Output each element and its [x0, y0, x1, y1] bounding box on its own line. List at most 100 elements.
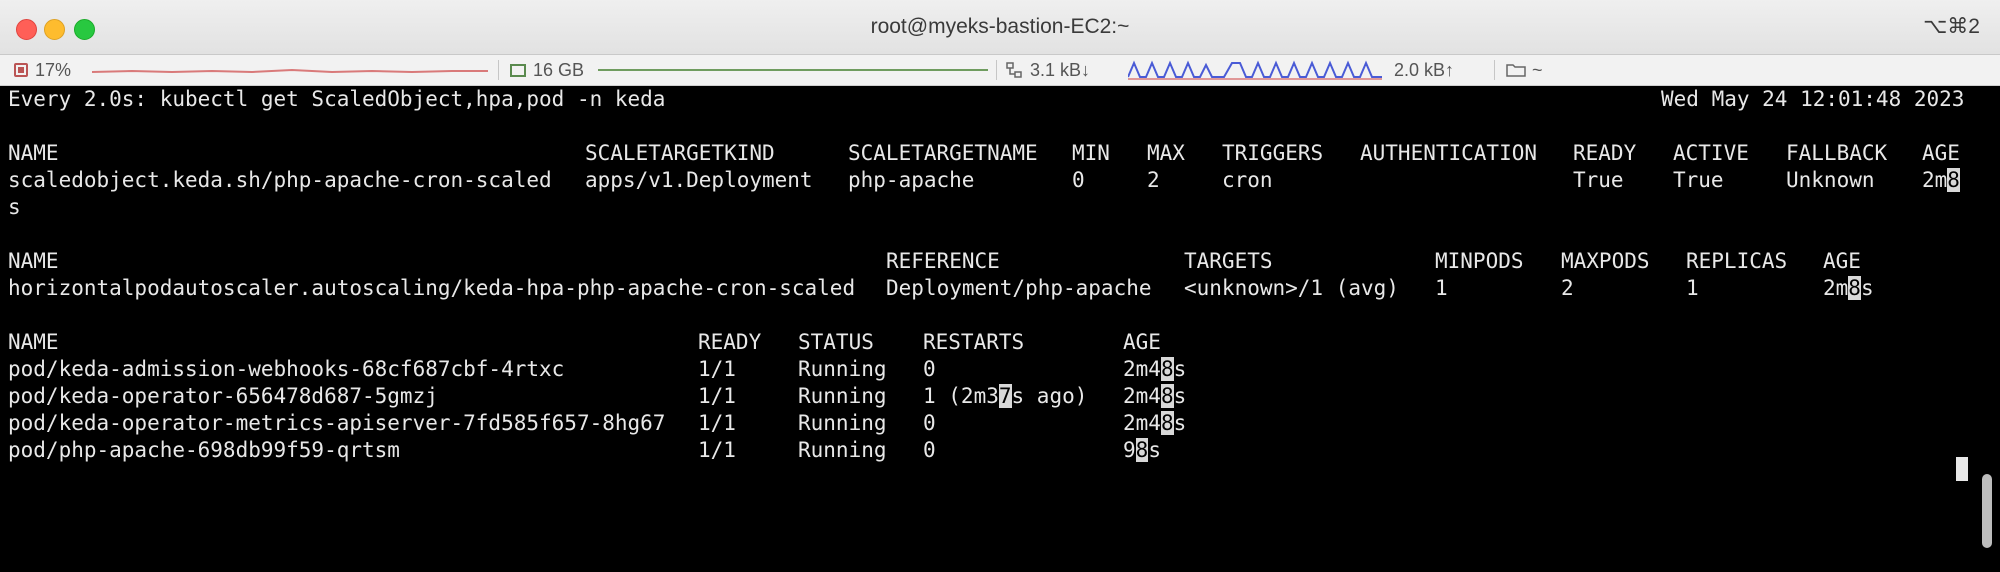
cell-targets: <unknown>/1 (avg) [1184, 276, 1399, 300]
column-header: READY [698, 330, 762, 354]
cell-age-text: 9 [1123, 438, 1136, 462]
memory-value: 16 GB [533, 59, 585, 80]
memory-graph [598, 55, 988, 85]
table-row: pod/keda-admission-webhooks-68cf687cbf-4… [8, 356, 1958, 383]
column-header: NAME [8, 330, 59, 354]
path-value: ~ [1532, 59, 1543, 80]
cell-fallback: Unknown [1786, 168, 1875, 192]
cell-age: 2m8s [1823, 275, 1874, 302]
column-header: STATUS [798, 330, 874, 354]
table-row-wrap: s [8, 194, 1958, 221]
cell-status: Running [798, 438, 887, 462]
column-header: SCALETARGETKIND [585, 141, 775, 165]
cell-replicas: 1 [1686, 276, 1699, 300]
folder-icon [1506, 64, 1526, 77]
cell-restarts-highlight: 7 [998, 384, 1012, 408]
column-header: TRIGGERS [1222, 141, 1324, 165]
text-cursor [1956, 457, 1968, 481]
column-header: AUTHENTICATION [1360, 141, 1538, 165]
hpa-header-row: NAME REFERENCE TARGETS MINPODS MAXPODS R… [8, 248, 1958, 275]
cell-age-suffix: s [1173, 357, 1187, 381]
cell-age: 2m48s [1123, 356, 1186, 383]
cell-ready: 1/1 [698, 438, 736, 462]
watch-timestamp: Wed May 24 12:01:48 2023 [1661, 87, 1965, 111]
column-header: MIN [1072, 141, 1110, 165]
memory-status[interactable]: 16 GB [510, 55, 584, 85]
column-header: AGE [1823, 249, 1861, 273]
cell-status: Running [798, 411, 887, 435]
cell-age-text: 2m [1922, 168, 1948, 192]
cell-age-highlight: 8 [1135, 438, 1149, 462]
column-header: MAXPODS [1561, 249, 1650, 273]
column-header: ACTIVE [1673, 141, 1749, 165]
window-title: root@myeks-bastion-EC2:~ [870, 15, 1130, 38]
column-header: REFERENCE [886, 249, 1000, 273]
cell-age-suffix: s [1148, 438, 1161, 462]
table-row: pod/php-apache-698db99f59-qrtsm 1/1 Runn… [8, 437, 1958, 464]
cell-kind: apps/v1.Deployment [585, 168, 813, 192]
cell-age-highlight: 8 [1947, 168, 1960, 192]
column-header: AGE [1922, 141, 1960, 165]
cell-age-highlight: 8 [1160, 357, 1174, 381]
column-header: SCALETARGETNAME [848, 141, 1038, 165]
column-header: READY [1573, 141, 1637, 165]
column-header: MINPODS [1435, 249, 1524, 273]
network-up-value: 2.0 kB↑ [1394, 59, 1455, 80]
network-down-status[interactable]: 3.1 kB↓ [1006, 55, 1090, 85]
cell-restarts-text: 0 [923, 357, 936, 381]
path-status[interactable]: ~ [1506, 55, 1543, 85]
watch-header-line: Every 2.0s: kubectl get ScaledObject,hpa… [8, 86, 1964, 113]
cell-max: 2 [1147, 168, 1160, 192]
column-header: AGE [1123, 330, 1161, 354]
network-up-status[interactable]: 2.0 kB↑ [1394, 55, 1454, 85]
cell-restarts: 1 (2m37s ago) [923, 383, 1087, 410]
column-header: NAME [8, 141, 59, 165]
cpu-value: 17% [35, 59, 72, 80]
cell-age-highlight: 8 [1160, 384, 1174, 408]
network-icon [1006, 62, 1022, 78]
cell-restarts: 0 [923, 410, 936, 437]
cell-name: horizontalpodautoscaler.autoscaling/keda… [8, 276, 856, 300]
cell-age: 2m8 [1922, 167, 1960, 194]
cell-ready: 1/1 [698, 384, 736, 408]
cell-status: Running [798, 357, 887, 381]
cell-age-highlight: 8 [1160, 411, 1174, 435]
cell-age-text: 2m [1823, 276, 1849, 300]
cpu-status[interactable]: 17% [14, 55, 71, 85]
cell-name: pod/keda-operator-metrics-apiserver-7fd5… [8, 411, 666, 435]
cell-name: scaledobject.keda.sh/php-apache-cron-sca… [8, 168, 552, 192]
cell-active: True [1673, 168, 1724, 192]
memory-icon [510, 63, 526, 77]
cell-age: 2m48s [1123, 383, 1186, 410]
cell-age-wrap: s [8, 195, 21, 219]
table-row: scaledobject.keda.sh/php-apache-cron-sca… [8, 167, 1960, 194]
column-header: MAX [1147, 141, 1185, 165]
cell-name: pod/php-apache-698db99f59-qrtsm [8, 438, 400, 462]
cell-age: 98s [1123, 437, 1161, 464]
cell-age-text: 2m4 [1123, 411, 1161, 435]
status-divider [996, 60, 997, 80]
cell-restarts: 0 [923, 356, 936, 383]
cell-restarts-text: 1 (2m3 [923, 384, 999, 408]
cell-age-suffix: s [1860, 276, 1874, 300]
network-graph-line [1128, 60, 1382, 80]
cell-age-highlight: 8 [1848, 276, 1861, 300]
network-down-value: 3.1 kB↓ [1030, 59, 1091, 80]
column-header: FALLBACK [1786, 141, 1888, 165]
status-divider [1494, 60, 1495, 80]
cell-status: Running [798, 384, 887, 408]
table-row: pod/keda-operator-656478d687-5gmzj 1/1 R… [8, 383, 1958, 410]
cell-age: 2m48s [1123, 410, 1186, 437]
network-graph [1128, 55, 1382, 85]
scrollbar-track[interactable] [1974, 86, 2000, 572]
scaledobject-header-row: NAME SCALETARGETKIND SCALETARGETNAME MIN… [8, 140, 1960, 167]
cell-restarts-text: 0 [923, 411, 936, 435]
cell-age-text: 2m4 [1123, 384, 1161, 408]
scrollbar-thumb[interactable] [1982, 474, 1992, 548]
cpu-icon [14, 63, 28, 77]
title-bar[interactable]: root@myeks-bastion-EC2:~ ⌥⌘2 [0, 0, 2000, 55]
memory-graph-line [598, 69, 988, 71]
column-header: REPLICAS [1686, 249, 1788, 273]
status-bar: 17% 16 GB 3.1 kB↓ 2.0 kB↑ ~ [0, 55, 2000, 86]
terminal-output[interactable]: Every 2.0s: kubectl get ScaledObject,hpa… [0, 86, 2000, 572]
